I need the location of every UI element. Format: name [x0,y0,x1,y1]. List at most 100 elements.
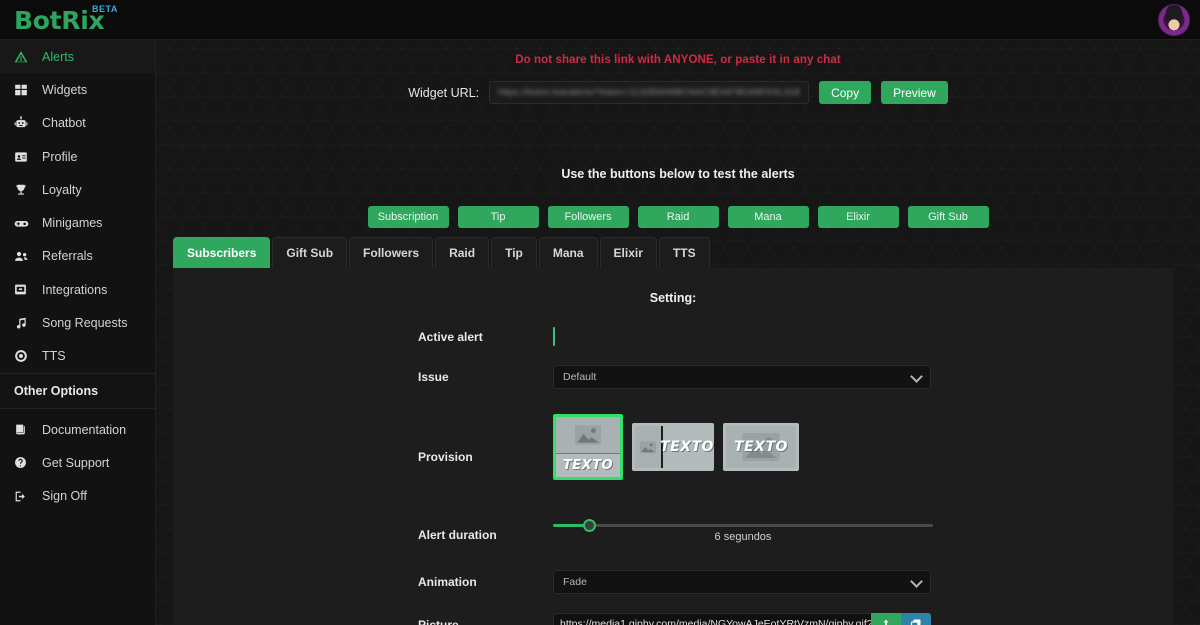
id-card-icon [14,150,34,164]
beta-badge: BETA [92,4,118,14]
sidebar-item-loyalty[interactable]: Loyalty [0,173,155,206]
alert-duration-value: 6 segundos [553,531,933,543]
sidebar: Alerts Widgets Chatbot Profile Loyalty M… [0,40,156,625]
test-button-raid[interactable]: Raid [638,206,719,228]
sidebar-item-tts[interactable]: TTS [0,340,155,373]
media-library-icon[interactable] [901,613,931,625]
animation-label: Animation [418,575,477,589]
tab-tts[interactable]: TTS [659,237,710,268]
alert-duration-label: Alert duration [418,528,497,542]
tab-gift-sub[interactable]: Gift Sub [272,237,347,268]
test-buttons-row: Subscription Tip Followers Raid Mana Eli… [156,206,1200,228]
sidebar-item-label: TTS [42,349,66,363]
upload-icon[interactable] [871,613,901,625]
sidebar-item-song-requests[interactable]: Song Requests [0,306,155,339]
test-button-subscription[interactable]: Subscription [368,206,449,228]
settings-title: Setting: [173,291,1173,305]
sidebar-item-label: Integrations [42,283,107,297]
slider-track[interactable] [553,524,933,527]
test-button-elixir[interactable]: Elixir [818,206,899,228]
copy-button[interactable]: Copy [819,81,871,104]
picture-input-group: https://media1.giphy.com/media/NGYowAJeE… [553,613,931,625]
animation-select[interactable]: Fade [553,570,931,594]
sidebar-item-label: Alerts [42,50,74,64]
plug-window-icon [14,283,34,296]
active-alert-label: Active alert [418,330,483,344]
provision-placeholder-text: TEXTO [726,426,796,468]
tab-followers[interactable]: Followers [349,237,433,268]
share-warning: Do not share this link with ANYONE, or p… [156,54,1200,66]
animation-selected-value: Fade [563,576,587,588]
picture-url-input[interactable]: https://media1.giphy.com/media/NGYowAJeE… [553,613,871,625]
sidebar-item-integrations[interactable]: Integrations [0,273,155,306]
sidebar-item-label: Referrals [42,249,93,263]
sidebar-item-sign-off[interactable]: Sign Off [0,480,155,513]
gamepad-icon [14,216,34,231]
main-content: Do not share this link with ANYONE, or p… [156,40,1200,625]
sidebar-item-get-support[interactable]: Get Support [0,446,155,479]
issue-label: Issue [418,370,449,384]
sign-out-icon [14,490,34,503]
test-button-tip[interactable]: Tip [458,206,539,228]
test-button-followers[interactable]: Followers [548,206,629,228]
question-circle-icon [14,456,34,469]
image-placeholder-icon [556,417,620,453]
tab-tip[interactable]: Tip [491,237,537,268]
issue-selected-value: Default [563,371,596,383]
avatar[interactable] [1158,4,1190,36]
grid-icon [14,83,34,97]
widget-url-label: Widget URL: [408,86,479,100]
sidebar-item-label: Sign Off [42,489,87,503]
widget-url-row: Widget URL: https://botrix.live/alerts/?… [156,81,1200,104]
sidebar-item-label: Minigames [42,216,102,230]
provision-label: Provision [418,450,473,464]
preview-button[interactable]: Preview [881,81,948,104]
picture-label: Picture [418,618,459,625]
sidebar-item-label: Loyalty [42,183,82,197]
test-button-mana[interactable]: Mana [728,206,809,228]
app-logo[interactable]: BotRix BETA [14,6,104,35]
sidebar-item-widgets[interactable]: Widgets [0,73,155,106]
record-circle-icon [14,349,34,363]
provision-option-image-above-text[interactable]: TEXTO [553,414,623,480]
sidebar-item-label: Documentation [42,423,126,437]
active-alert-checkbox[interactable] [553,327,555,346]
provision-option-text-over-image[interactable]: TEXTO [723,423,799,471]
tab-raid[interactable]: Raid [435,237,489,268]
document-icon [14,423,34,436]
sidebar-item-minigames[interactable]: Minigames [0,206,155,239]
sidebar-item-label: Chatbot [42,116,86,130]
widget-url-value: https://botrix.live/alerts/?token=113283… [498,87,800,98]
provision-placeholder-text: TEXTO [661,426,711,468]
alert-type-tabs: Subscribers Gift Sub Followers Raid Tip … [173,237,710,268]
settings-panel: Setting: Active alert Issue Default [173,268,1173,625]
tab-subscribers[interactable]: Subscribers [173,237,270,268]
music-note-icon [14,316,34,330]
sidebar-item-label: Profile [42,150,77,164]
image-placeholder-icon [635,426,661,468]
issue-select[interactable]: Default [553,365,931,389]
robot-icon [14,116,34,130]
provision-placeholder-text: TEXTO [556,453,620,477]
chevron-down-icon [910,575,923,588]
sidebar-section-other-options: Other Options [0,373,155,409]
alert-triangle-icon [14,50,34,64]
provision-options: TEXTO TEXTO TEXTO [553,414,799,480]
tab-mana[interactable]: Mana [539,237,598,268]
top-bar: BotRix BETA [0,0,1200,40]
widget-url-input[interactable]: https://botrix.live/alerts/?token=113283… [489,81,809,104]
sidebar-item-label: Song Requests [42,316,127,330]
logo-text: BotRix [14,6,104,35]
provision-option-image-left-text[interactable]: TEXTO [632,423,714,471]
sidebar-item-chatbot[interactable]: Chatbot [0,107,155,140]
chevron-down-icon [910,370,923,383]
sidebar-item-label: Widgets [42,83,87,97]
sidebar-item-profile[interactable]: Profile [0,140,155,173]
tab-elixir[interactable]: Elixir [600,237,657,268]
test-button-gift-sub[interactable]: Gift Sub [908,206,989,228]
test-alerts-subtitle: Use the buttons below to test the alerts [156,167,1200,181]
sidebar-item-documentation[interactable]: Documentation [0,413,155,446]
sidebar-item-label: Get Support [42,456,109,470]
sidebar-item-referrals[interactable]: Referrals [0,240,155,273]
sidebar-item-alerts[interactable]: Alerts [0,40,155,73]
